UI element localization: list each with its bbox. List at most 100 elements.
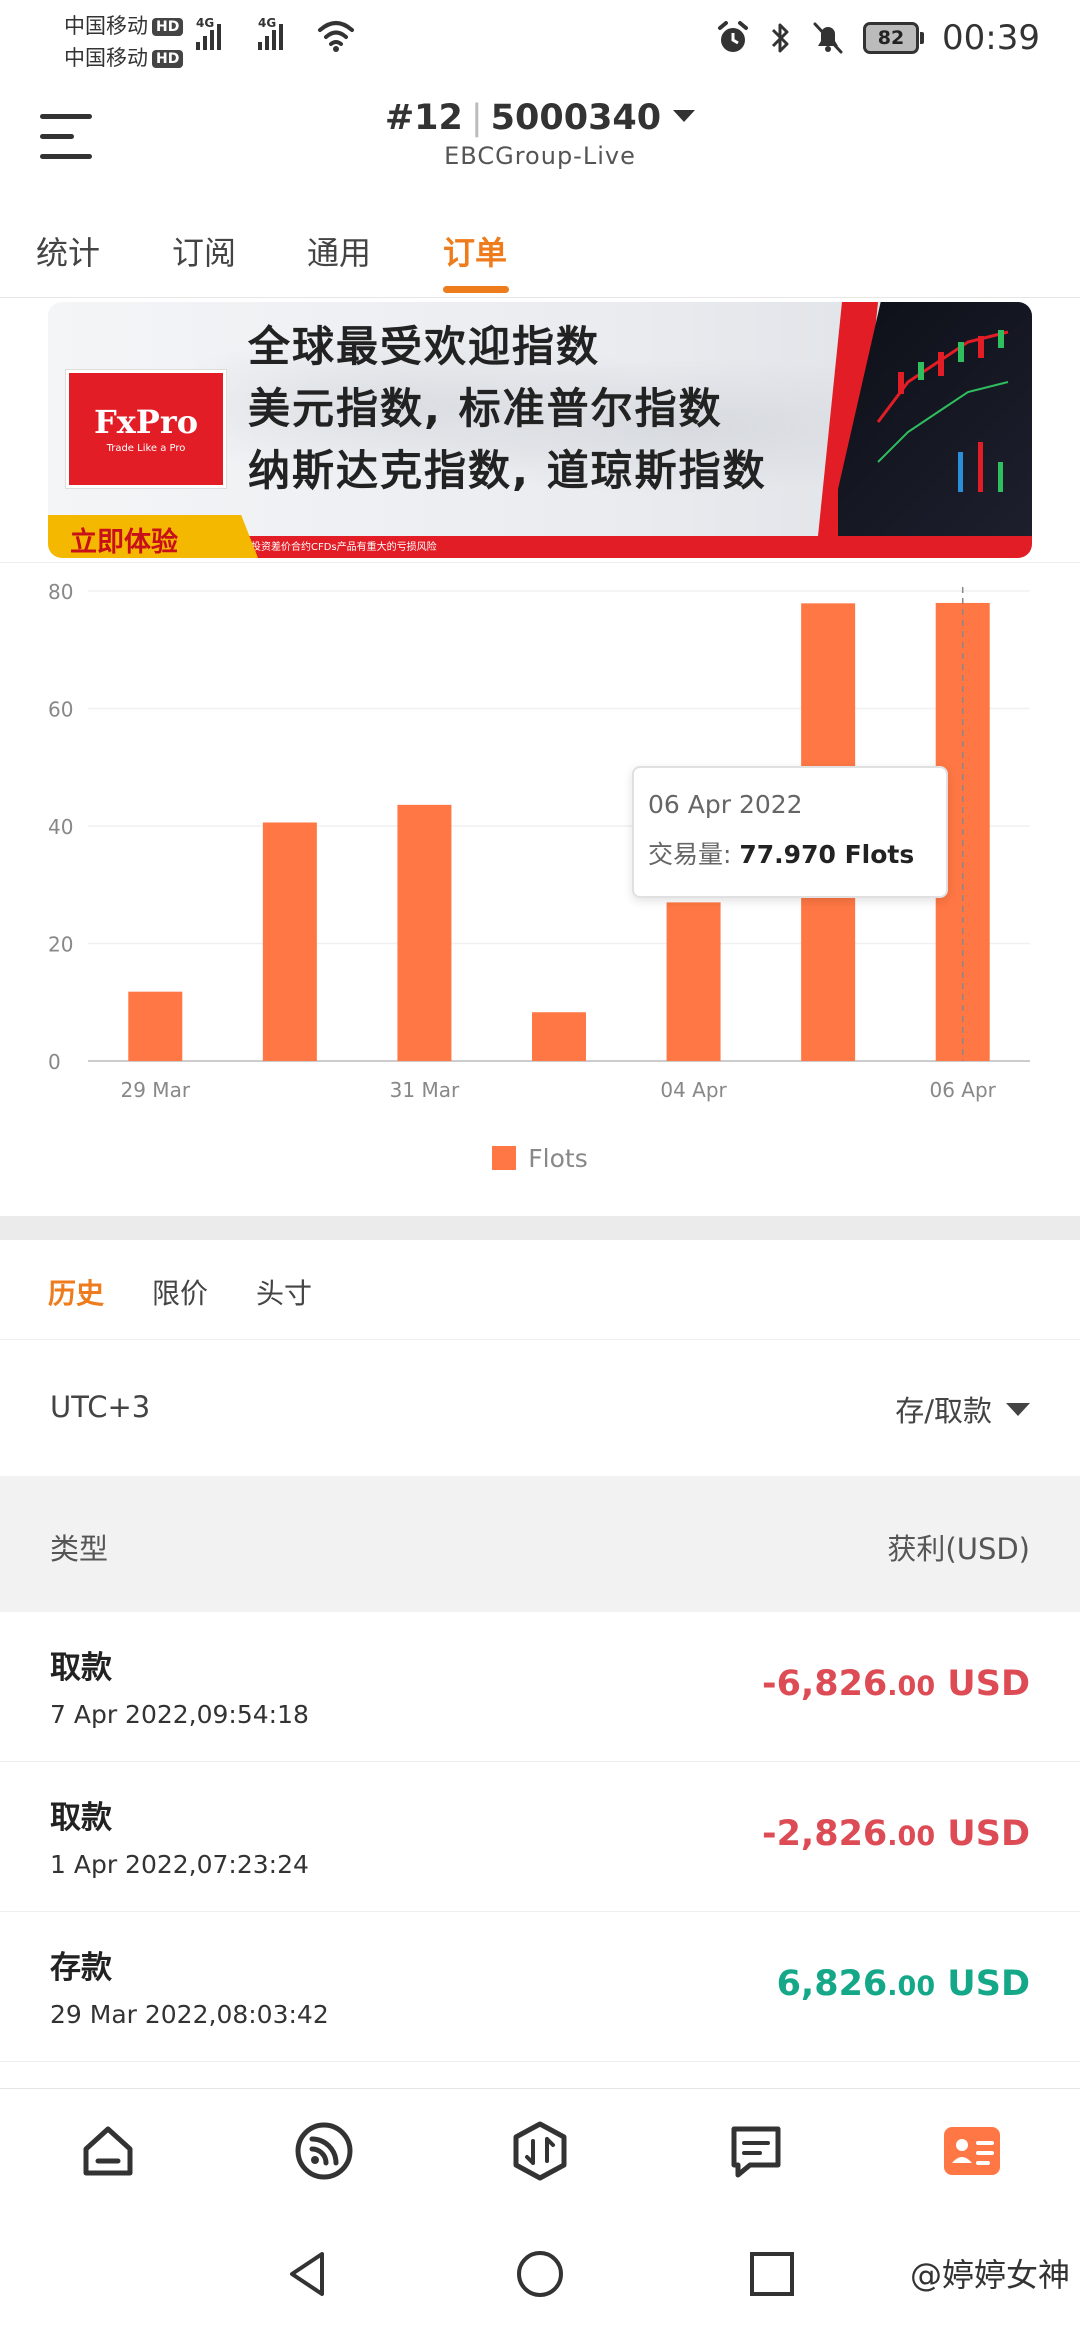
status-right: 82 00:39: [715, 14, 1040, 62]
banner-line-3: 纳斯达克指数, 道琼斯指数: [248, 446, 767, 495]
tooltip-date: 06 Apr 2022: [648, 790, 803, 819]
transaction-type: 取款: [50, 1650, 112, 1686]
app-header: #12 | 5000340 EBCGroup-Live: [0, 76, 1080, 206]
fxpro-logo: FxPro Trade Like a Pro: [66, 370, 226, 488]
transaction-time: 7 Apr 2022,09:54:18: [50, 1700, 309, 1729]
account-number: #12: [384, 98, 463, 138]
tab-subscriptions[interactable]: 订阅: [172, 228, 236, 274]
recents-icon[interactable]: [746, 2248, 798, 2300]
list-header: 类型 获利(USD): [0, 1476, 1080, 1612]
back-icon[interactable]: [282, 2248, 334, 2300]
account-id: 5000340: [490, 98, 662, 138]
watermark: @婷婷女神: [909, 2256, 1070, 2294]
banner-line-2: 美元指数, 标准普尔指数: [248, 384, 723, 433]
home-circle-icon[interactable]: [514, 2248, 566, 2300]
chart-bar: [532, 1012, 586, 1061]
y-tick-label: 80: [48, 580, 73, 604]
banner-line-1: 全球最受欢迎指数: [248, 322, 601, 371]
logo-slogan: Trade Like a Pro: [106, 443, 186, 454]
transaction-row[interactable]: 取款 7 Apr 2022,09:54:18 -6,826.00 USD: [0, 1612, 1080, 1762]
column-type: 类型: [50, 1532, 109, 1566]
ad-banner[interactable]: FxPro Trade Like a Pro 全球最受欢迎指数 美元指数, 标准…: [48, 302, 1032, 558]
section-divider: [0, 1216, 1080, 1240]
account-selector[interactable]: #12 | 5000340 EBCGroup-Live: [0, 98, 1080, 170]
message-icon: [731, 2126, 781, 2178]
alarm-icon: [718, 21, 749, 52]
tab-limit[interactable]: 限价: [152, 1272, 208, 1312]
chart-bar: [262, 822, 317, 1061]
banner-disclaimer: *投资差价合约CFDs产品有重大的亏损风险: [246, 542, 437, 553]
hd-badge: HD: [152, 18, 184, 36]
legend-swatch: [492, 1146, 517, 1170]
timezone-label[interactable]: UTC+3: [50, 1390, 150, 1424]
bottom-navigation: [0, 2088, 1080, 2210]
chart-bar: [397, 804, 452, 1061]
battery-icon: 82: [863, 22, 925, 54]
carrier-1-name: 中国移动: [64, 14, 148, 38]
type-filter-value: 存/取款: [895, 1394, 992, 1428]
carrier-2: 中国移动 HD: [64, 42, 184, 72]
active-tab-indicator: [443, 286, 509, 293]
bluetooth-icon: [771, 23, 789, 53]
logo-name: FxPro: [93, 403, 199, 441]
clock: 00:39: [942, 18, 1040, 58]
carrier-2-name: 中国移动: [64, 46, 148, 70]
banner-cta-label: 立即体验: [70, 527, 178, 558]
carrier-1: 中国移动 HD: [64, 10, 184, 40]
x-tick-label: 04 Apr: [660, 1078, 727, 1102]
network-type-1: 4G: [196, 16, 215, 30]
trade-icon: [513, 2121, 567, 2181]
banner-cta-button[interactable]: 立即体验: [48, 515, 258, 558]
tab-orders[interactable]: 订单: [443, 228, 507, 274]
banner-headline: 全球最受欢迎指数 美元指数, 标准普尔指数 纳斯达克指数, 道琼斯指数: [248, 316, 767, 502]
chevron-down-icon: [1006, 1402, 1030, 1416]
cell-signal-icon: 4G: [196, 16, 221, 54]
filter-row: UTC+3 存/取款: [0, 1340, 1080, 1476]
top-tabs: 统计 订阅 通用 订单: [0, 210, 1080, 298]
cell-signal-icon: 4G: [258, 16, 283, 54]
transaction-row[interactable]: 存款 29 Mar 2022,08:03:42 6,826.00 USD: [0, 1912, 1080, 2062]
tab-general[interactable]: 通用: [307, 228, 371, 274]
mute-bell-icon: [813, 22, 843, 54]
nav-home[interactable]: [76, 2119, 140, 2183]
transaction-type: 存款: [50, 1950, 112, 1986]
tooltip-value: 77.970 Flots: [739, 840, 915, 869]
transaction-row[interactable]: 取款 1 Apr 2022,07:23:24 -2,826.00 USD: [0, 1762, 1080, 1912]
signal-feed-icon: [295, 2122, 353, 2180]
status-bar: 中国移动 HD 中国移动 HD 4G 4G 82 00:39: [0, 0, 1080, 76]
chart-bar: [128, 991, 183, 1061]
x-tick-label: 31 Mar: [390, 1078, 460, 1102]
transaction-amount: 6,826.00 USD: [776, 1964, 1030, 2004]
tab-statistics[interactable]: 统计: [36, 228, 100, 274]
home-icon: [83, 2126, 133, 2176]
column-profit: 获利(USD): [887, 1532, 1030, 1566]
transaction-type: 取款: [50, 1800, 112, 1836]
y-tick-label: 0: [48, 1050, 61, 1074]
x-tick-label: 06 Apr: [930, 1078, 997, 1102]
transaction-amount: -6,826.00 USD: [762, 1664, 1030, 1704]
order-sub-tabs: 历史 限价 头寸: [0, 1240, 1080, 1340]
tooltip-label: 交易量:: [648, 840, 732, 869]
transaction-time: 29 Mar 2022,08:03:42: [50, 2000, 329, 2029]
nav-trade[interactable]: [508, 2119, 572, 2183]
nav-messages[interactable]: [724, 2119, 788, 2183]
tab-history[interactable]: 历史: [48, 1272, 104, 1312]
hd-badge: HD: [152, 50, 184, 68]
nav-signals[interactable]: [292, 2119, 356, 2183]
transaction-amount: -2,826.00 USD: [762, 1814, 1030, 1854]
y-tick-label: 20: [48, 933, 73, 957]
server-name: EBCGroup-Live: [444, 142, 636, 170]
account-card-icon: [944, 2127, 1000, 2175]
y-tick-label: 40: [48, 815, 73, 839]
nav-account[interactable]: [940, 2119, 1004, 2183]
chart-legend[interactable]: Flots: [0, 1144, 1080, 1173]
chart-tooltip: 06 Apr 2022 交易量: 77.970 Flots: [632, 766, 948, 898]
transaction-time: 1 Apr 2022,07:23:24: [50, 1850, 309, 1879]
chevron-down-icon: [673, 110, 696, 122]
y-tick-label: 60: [48, 698, 73, 722]
chart-bar: [666, 902, 721, 1061]
battery-level: 82: [863, 22, 920, 54]
tab-positions[interactable]: 头寸: [256, 1272, 312, 1312]
x-tick-label: 29 Mar: [121, 1078, 191, 1102]
type-filter-dropdown[interactable]: 存/取款: [895, 1388, 1030, 1430]
